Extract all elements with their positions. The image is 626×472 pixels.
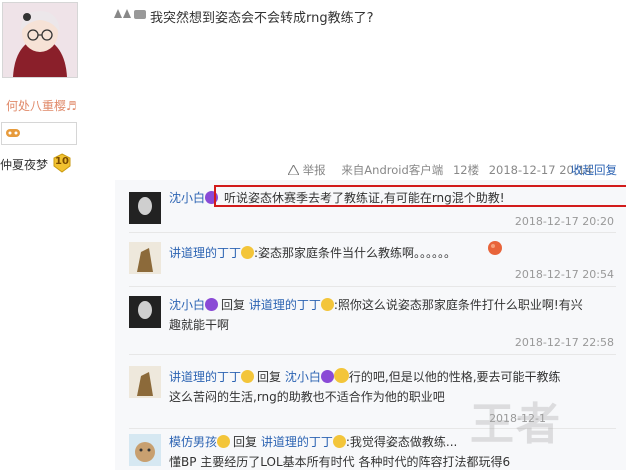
username[interactable]: 何处八重樱♬ — [6, 97, 77, 114]
reply-divider — [129, 286, 616, 287]
reply-item: 沈小白 听说姿态休赛季去考了教练证,有可能在rng混个助教! 2018-12-17… — [115, 180, 626, 228]
smile-emoji-icon — [332, 435, 346, 448]
gamepad-icon[interactable] — [6, 127, 20, 142]
devil-emoji-icon — [320, 370, 334, 383]
reply-avatar[interactable] — [129, 434, 161, 466]
reply-author[interactable]: 讲道理的丁丁 — [169, 246, 241, 260]
post-floor: 12楼 — [452, 163, 480, 177]
user-avatar[interactable] — [2, 2, 78, 78]
peach-emoji-icon — [487, 240, 503, 259]
reply-avatar[interactable] — [129, 242, 161, 274]
reply-divider — [129, 354, 616, 355]
reply-avatar[interactable] — [129, 192, 161, 224]
devil-emoji-icon — [205, 298, 219, 311]
grin-emoji-icon — [333, 368, 349, 383]
reply-content: 行的吧,但是以他的性格,要去可能干教练 — [348, 370, 561, 384]
reply-content-line2: 趣就能干啊 — [169, 318, 230, 332]
reply-item: 讲道理的丁丁 :姿态那家庭条件当什么教练啊。。。。。。 2018-12-17 20… — [115, 234, 626, 284]
level-badge-icon: 10 — [52, 153, 71, 173]
smile-emoji-icon — [241, 370, 255, 383]
smile-emoji-icon — [320, 298, 334, 311]
reply-content-line2: 懂BP 主要经历了LOL基本所有时代 各种时代的阵容打法都玩得6 — [169, 455, 511, 469]
report-link[interactable]: 举报 — [287, 163, 335, 177]
reply-prefix: 回复 — [257, 370, 282, 384]
highlight-box — [214, 185, 626, 207]
reply-time: 2018-12-17 20:20 — [514, 215, 614, 228]
reply-author[interactable]: 讲道理的丁丁 — [169, 370, 241, 384]
reply-divider — [129, 232, 616, 233]
post-client: 来自Android客户端 — [341, 163, 444, 177]
reply-to-user[interactable]: 讲道理的丁丁 — [261, 435, 333, 449]
reply-content-line2: 这么苦闷的生活,rng的助教也不适合作为他的职业吧 — [169, 390, 445, 404]
reply-avatar[interactable] — [129, 296, 161, 328]
reply-author[interactable]: 沈小白 — [169, 191, 205, 205]
reply-time: 2018-12-17 20:54 — [514, 268, 614, 281]
reply-to-user[interactable]: 讲道理的丁丁 — [249, 298, 321, 312]
reply-author[interactable]: 沈小白 — [169, 298, 205, 312]
collapse-replies-link[interactable]: 收起回复 — [571, 162, 617, 178]
reply-author[interactable]: 模仿男孩 — [169, 435, 217, 449]
reply-content: :照你这么说姿态那家庭条件打什么职业啊!有兴 — [333, 298, 583, 312]
reply-prefix: 回复 — [233, 435, 258, 449]
post-meta: 举报 来自Android客户端 12楼 2018-12-17 20:14 — [287, 162, 598, 178]
level-number: 10 — [55, 156, 69, 167]
post-text: 我突然想到姿态会不会转成rng教练了? — [150, 11, 374, 26]
smile-emoji-icon — [217, 435, 231, 448]
smile-emoji-icon — [241, 246, 255, 259]
user-level: 仲夏夜梦 10 — [0, 153, 76, 175]
reply-content: :我觉得姿态做教练... — [345, 435, 458, 449]
reply-avatar[interactable] — [129, 366, 161, 398]
user-badge-box — [1, 122, 77, 145]
reply-time: 2018-12-17 22:58 — [514, 336, 614, 349]
watermark: 王者 — [470, 399, 562, 450]
reply-content: :姿态那家庭条件当什么教练啊。。。。。。 — [254, 246, 457, 260]
reply-prefix: 回复 — [221, 298, 246, 312]
emoji-icon — [112, 6, 148, 25]
level-name: 仲夏夜梦 — [0, 158, 49, 172]
reply-to-user[interactable]: 沈小白 — [285, 370, 321, 384]
reply-item: 沈小白 回复 讲道理的丁丁 :照你这么说姿态那家庭条件打什么职业啊!有兴 趣就能干啊… — [115, 288, 626, 352]
